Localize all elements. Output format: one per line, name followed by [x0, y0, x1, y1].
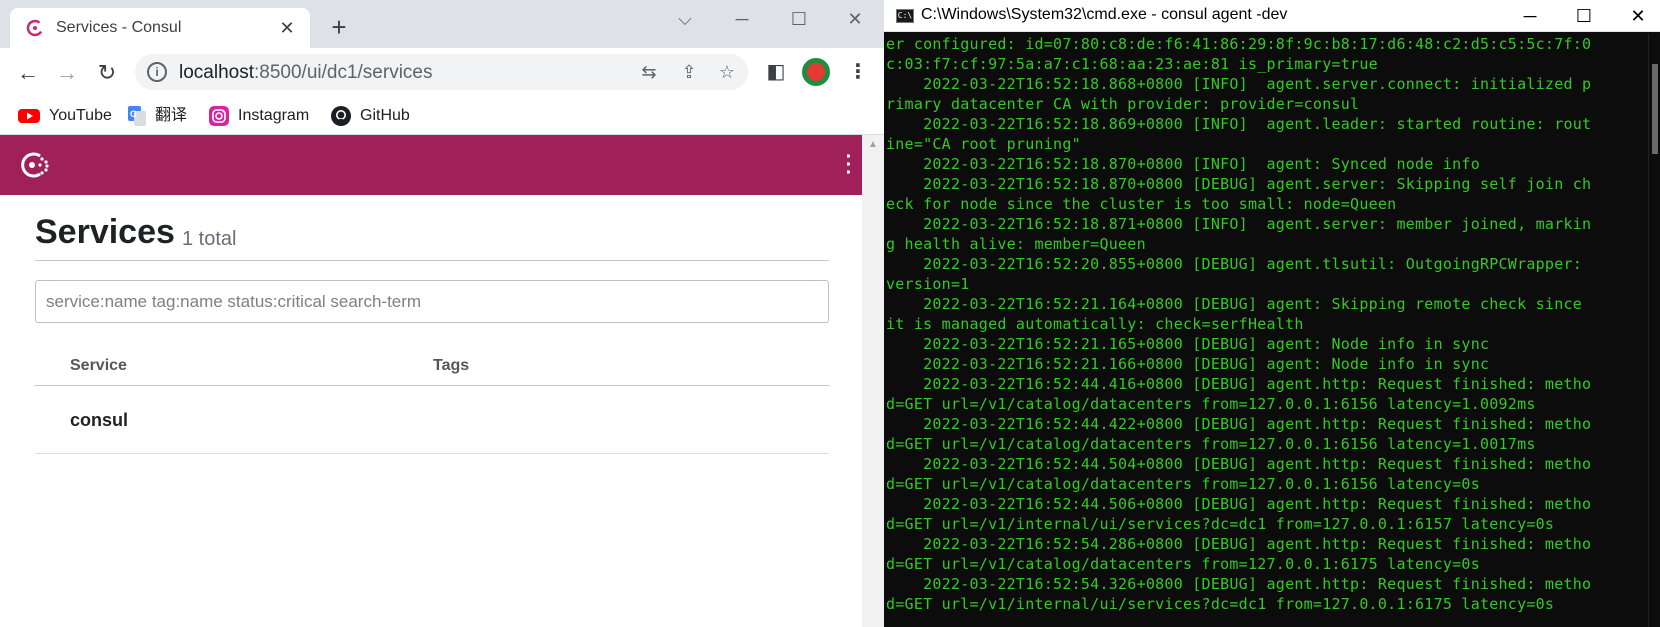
- console-line: 2022-03-22T16:52:18.871+0800 [INFO] agen…: [886, 215, 1592, 233]
- console-line: 2022-03-22T16:52:21.165+0800 [DEBUG] age…: [886, 335, 1490, 353]
- console-line: 2022-03-22T16:52:44.422+0800 [DEBUG] age…: [886, 415, 1592, 433]
- console-scrollbar[interactable]: [1648, 34, 1660, 627]
- console-line: rimary datacenter CA with provider: prov…: [886, 95, 1360, 113]
- console-line: 2022-03-22T16:52:44.506+0800 [DEBUG] age…: [886, 495, 1592, 513]
- cmd-icon: C:\: [896, 9, 914, 23]
- console-line: d=GET url=/v1/internal/ui/services?dc=dc…: [886, 595, 1555, 613]
- youtube-icon: [18, 108, 40, 123]
- instagram-icon: [209, 105, 229, 126]
- console-line: d=GET url=/v1/catalog/datacenters from=1…: [886, 395, 1536, 413]
- side-panel-icon[interactable]: ◧: [762, 58, 790, 86]
- share-icon[interactable]: ⇪: [677, 60, 701, 84]
- bookmark-translate[interactable]: G 翻译: [128, 105, 187, 127]
- console-line: d=GET url=/v1/internal/ui/services?dc=dc…: [886, 515, 1555, 533]
- scroll-up-arrow-icon[interactable]: ▲: [868, 139, 878, 150]
- console-line: eck for node since the cluster is too sm…: [886, 195, 1397, 213]
- minimize-button[interactable]: ─: [727, 6, 757, 32]
- consul-logo-icon[interactable]: [18, 148, 52, 182]
- new-tab-button[interactable]: +: [325, 14, 353, 42]
- console-line: 2022-03-22T16:52:20.855+0800 [DEBUG] age…: [886, 255, 1583, 273]
- bookmark-instagram[interactable]: Instagram: [209, 105, 309, 127]
- column-header-service[interactable]: Service: [70, 357, 127, 375]
- tab-title: Services - Consul: [56, 19, 182, 36]
- bookmarks-bar: YouTube G 翻译 Instagram GitHub: [0, 98, 884, 135]
- translate-icon: G: [128, 105, 146, 126]
- bookmark-github[interactable]: GitHub: [331, 105, 410, 127]
- table-header-divider: [35, 385, 829, 386]
- url-host: localhost: [179, 62, 254, 83]
- browser-toolbar: ← → ↻ i localhost:8500/ui/dc1/services ⇆…: [0, 48, 884, 98]
- console-line: d=GET url=/v1/catalog/datacenters from=1…: [886, 435, 1536, 453]
- url-path: :8500/ui/dc1/services: [254, 62, 433, 83]
- close-window-button[interactable]: ✕: [840, 6, 870, 32]
- svg-text:G: G: [130, 109, 137, 119]
- console-line: 2022-03-22T16:52:54.326+0800 [DEBUG] age…: [886, 575, 1592, 593]
- console-line: d=GET url=/v1/catalog/datacenters from=1…: [886, 555, 1480, 573]
- page-title: Services: [35, 213, 175, 251]
- console-line: 2022-03-22T16:52:44.416+0800 [DEBUG] age…: [886, 375, 1592, 393]
- title-divider: [35, 260, 829, 261]
- bookmark-youtube[interactable]: YouTube: [18, 105, 112, 127]
- consul-app-header: · · ·: [0, 135, 862, 195]
- console-line: version=1: [886, 275, 970, 293]
- consul-favicon-icon: [26, 19, 44, 37]
- consul-menu-icon[interactable]: · · ·: [844, 147, 854, 183]
- console-line: 2022-03-22T16:52:54.286+0800 [DEBUG] age…: [886, 535, 1592, 553]
- address-bar[interactable]: i localhost:8500/ui/dc1/services ⇆ ⇪ ☆: [135, 54, 748, 90]
- table-row-divider: [35, 453, 829, 454]
- translate-page-icon[interactable]: ⇆: [637, 60, 661, 84]
- column-header-tags[interactable]: Tags: [433, 357, 469, 375]
- console-line: 2022-03-22T16:52:18.870+0800 [INFO] agen…: [886, 155, 1480, 173]
- console-line: er configured: id=07:80:c8:de:f6:41:86:2…: [886, 35, 1592, 53]
- services-count: 1 total: [182, 228, 237, 250]
- back-arrow-icon[interactable]: ←: [13, 58, 43, 88]
- cmd-console-window: C:\ C:\Windows\System32\cmd.exe - consul…: [884, 0, 1660, 627]
- console-line: it is managed automatically: check=serfH…: [886, 315, 1304, 333]
- tab-close-icon[interactable]: ✕: [276, 17, 298, 39]
- console-line: g health alive: member=Queen: [886, 235, 1146, 253]
- bookmark-label: YouTube: [49, 107, 112, 124]
- console-maximize-button[interactable]: ☐: [1564, 2, 1604, 30]
- console-line: 2022-03-22T16:52:21.164+0800 [DEBUG] age…: [886, 295, 1583, 313]
- browser-menu-icon[interactable]: ⋮: [844, 58, 872, 86]
- console-line: ine="CA root pruning": [886, 135, 1081, 153]
- console-line: 2022-03-22T16:52:44.504+0800 [DEBUG] age…: [886, 455, 1592, 473]
- tab-strip: Services - Consul ✕ + ⌵ ─ ☐ ✕: [0, 0, 884, 48]
- forward-arrow-icon[interactable]: →: [52, 58, 82, 88]
- console-titlebar: C:\ C:\Windows\System32\cmd.exe - consul…: [884, 0, 1660, 32]
- reload-icon[interactable]: ↻: [92, 58, 122, 88]
- bookmark-label: Instagram: [238, 107, 310, 124]
- tab-search-chevron-icon[interactable]: ⌵: [670, 6, 700, 32]
- tab-services-consul[interactable]: Services - Consul ✕: [10, 8, 310, 48]
- console-line: d=GET url=/v1/catalog/datacenters from=1…: [886, 475, 1480, 493]
- console-line: 2022-03-22T16:52:18.869+0800 [INFO] agen…: [886, 115, 1592, 133]
- console-line: 2022-03-22T16:52:18.868+0800 [INFO] agen…: [886, 75, 1592, 93]
- console-line: c:03:f7:cf:97:5a:a7:c1:68:aa:23:ae:81 is…: [886, 55, 1378, 73]
- console-line: 2022-03-22T16:52:21.166+0800 [DEBUG] age…: [886, 355, 1490, 373]
- bookmark-label: GitHub: [360, 107, 410, 124]
- profile-avatar[interactable]: [802, 58, 830, 86]
- site-info-icon[interactable]: i: [147, 62, 167, 82]
- service-search-input[interactable]: [35, 280, 829, 323]
- console-title: C:\Windows\System32\cmd.exe - consul age…: [921, 6, 1288, 23]
- console-close-button[interactable]: ✕: [1618, 2, 1658, 30]
- browser-window: Services - Consul ✕ + ⌵ ─ ☐ ✕ ← → ↻ i lo…: [0, 0, 884, 627]
- service-row-consul[interactable]: consul: [70, 410, 128, 431]
- console-minimize-button[interactable]: ─: [1510, 2, 1550, 30]
- maximize-button[interactable]: ☐: [784, 6, 814, 32]
- bookmark-star-icon[interactable]: ☆: [715, 60, 739, 84]
- page-scrollbar[interactable]: ▲: [862, 135, 884, 627]
- console-output[interactable]: er configured: id=07:80:c8:de:f6:41:86:2…: [884, 34, 1648, 627]
- bookmark-label: 翻译: [155, 107, 188, 124]
- console-line: 2022-03-22T16:52:18.870+0800 [DEBUG] age…: [886, 175, 1592, 193]
- url-text[interactable]: localhost:8500/ui/dc1/services: [179, 62, 433, 84]
- github-icon: [331, 105, 351, 126]
- console-scroll-thumb[interactable]: [1652, 64, 1658, 154]
